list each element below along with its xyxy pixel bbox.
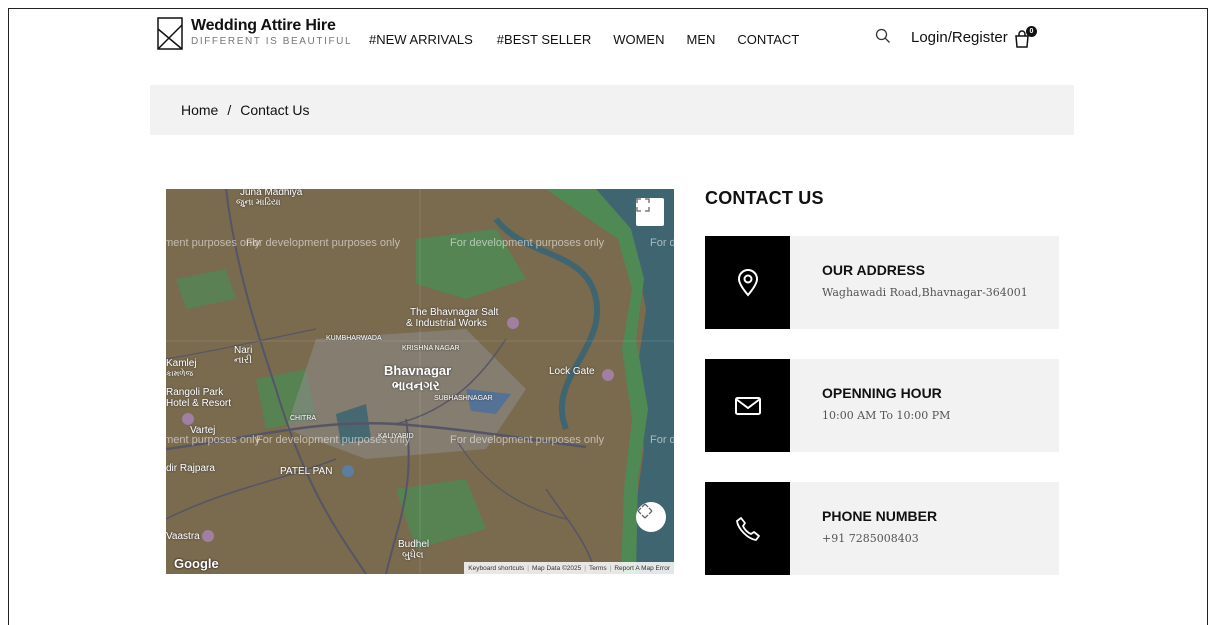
- nav-contact[interactable]: CONTACT: [737, 32, 799, 47]
- address-icon-box: [705, 236, 790, 329]
- phone-heading: PHONE NUMBER: [822, 508, 938, 524]
- contact-title: CONTACT US: [705, 188, 824, 208]
- search-icon[interactable]: [875, 28, 891, 44]
- logo-mark-icon: [157, 17, 183, 50]
- map-label: જુના માઢિયા: [236, 197, 281, 207]
- map-label: Lock Gate: [549, 366, 595, 377]
- brand-name: Wedding Attire Hire: [191, 17, 336, 34]
- address-heading: OUR ADDRESS: [822, 262, 925, 278]
- nav-women[interactable]: WOMEN: [613, 32, 664, 47]
- map-label: Budhel: [398, 539, 430, 550]
- phone-icon: [735, 516, 760, 541]
- site-header: Wedding Attire Hire DIFFERENT IS BEAUTIF…: [9, 9, 1207, 69]
- google-map[interactable]: For development purposes only For develo…: [166, 189, 674, 574]
- map-label: બુધેલ: [402, 550, 424, 561]
- brand-logo[interactable]: Wedding Attire Hire DIFFERENT IS BEAUTIF…: [157, 17, 352, 50]
- map-label: Kamlej: [166, 358, 197, 369]
- breadcrumb-separator: /: [227, 102, 232, 118]
- hours-heading: OPENNING HOUR: [822, 385, 942, 401]
- map-label: SUBHASHNAGAR: [434, 395, 493, 402]
- map-dev-notice: For development purposes only: [450, 237, 605, 249]
- map-label: KALIYABID: [378, 433, 414, 440]
- hours-card: OPENNING HOUR 10:00 AM To 10:00 PM: [705, 359, 1059, 452]
- cart-count-badge: 0: [1026, 26, 1037, 37]
- map-label: Vaastra: [166, 531, 200, 542]
- hours-text: 10:00 AM To 10:00 PM: [822, 409, 951, 422]
- map-label: PATEL PAN: [280, 466, 333, 477]
- terms-link[interactable]: Terms: [589, 565, 607, 572]
- location-pin-icon: [737, 268, 758, 297]
- breadcrumb: Home / Contact Us: [150, 85, 1074, 135]
- address-text: Waghawadi Road,Bhavnagar-364001: [822, 286, 1028, 299]
- map-label: Hotel & Resort: [166, 398, 232, 409]
- phone-text[interactable]: +91 7285008403: [822, 532, 937, 545]
- breadcrumb-home[interactable]: Home: [181, 102, 218, 118]
- map-label: KUMBHARWADA: [326, 335, 382, 342]
- map-label: dir Rajpara: [166, 463, 215, 474]
- map-label: CHITRA: [290, 415, 317, 422]
- map-label: & Industrial Works: [406, 318, 487, 329]
- brand-tagline: DIFFERENT IS BEAUTIFUL: [191, 36, 353, 47]
- login-register-link[interactable]: Login/Register: [911, 29, 1008, 46]
- map-dev-notice: For development purposes only: [650, 237, 674, 249]
- envelope-icon: [734, 396, 761, 415]
- map-label: Rangoli Park: [166, 387, 224, 398]
- map-dev-notice: For development purposes only: [450, 434, 605, 446]
- main-nav: #NEW ARRIVALS #BEST SELLER WOMEN MEN CON…: [369, 32, 799, 47]
- map-label: નારી: [234, 355, 252, 366]
- nav-new-arrivals[interactable]: #NEW ARRIVALS: [369, 32, 473, 47]
- map-label: Vartej: [190, 425, 216, 436]
- map-dev-notice: For development purposes only: [246, 237, 401, 249]
- nav-best-seller[interactable]: #BEST SELLER: [497, 32, 591, 47]
- pan-arrows-icon: [637, 503, 653, 519]
- map-attribution: Keyboard shortcuts | Map Data ©2025 | Te…: [464, 562, 674, 574]
- keyboard-shortcuts-link[interactable]: Keyboard shortcuts: [468, 565, 524, 572]
- fullscreen-icon: [636, 198, 650, 212]
- map-data-text: Map Data ©2025: [532, 564, 582, 572]
- phone-card: PHONE NUMBER +91 7285008403: [705, 482, 1059, 575]
- fullscreen-button[interactable]: [636, 198, 664, 226]
- map-label: કામળેજ: [166, 369, 194, 378]
- map-label: The Bhavnagar Salt: [410, 307, 499, 318]
- hours-icon-box: [705, 359, 790, 452]
- nav-men[interactable]: MEN: [687, 32, 716, 47]
- map-label: KRISHNA NAGAR: [402, 345, 460, 352]
- map-label: ભાવનગર: [392, 378, 440, 393]
- page-frame: Wedding Attire Hire DIFFERENT IS BEAUTIF…: [8, 8, 1208, 625]
- map-dev-notice: For development purposes only: [650, 434, 674, 446]
- map-camera-control[interactable]: [636, 502, 666, 532]
- google-logo: Google: [174, 556, 219, 571]
- breadcrumb-current: Contact Us: [240, 102, 310, 118]
- map-label: Bhavnagar: [384, 363, 452, 378]
- report-error-link[interactable]: Report A Map Error: [614, 565, 670, 572]
- address-card: OUR ADDRESS Waghawadi Road,Bhavnagar-364…: [705, 236, 1059, 329]
- phone-icon-box: [705, 482, 790, 575]
